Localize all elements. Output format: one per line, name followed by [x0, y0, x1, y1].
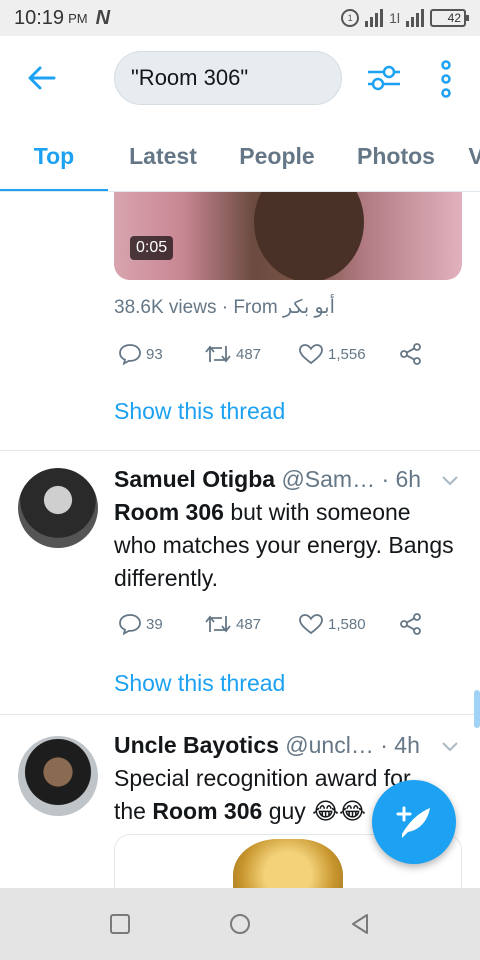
tweet-text: Room 306 but with someone who matches yo… [114, 496, 454, 595]
tweet-time: · 6h [381, 466, 422, 492]
tab-latest[interactable]: Latest [108, 120, 218, 191]
reply-icon [119, 344, 141, 366]
chevron-down-icon[interactable] [440, 474, 460, 488]
tweet-body-pre: the [114, 798, 153, 824]
avatar[interactable] [18, 736, 98, 816]
tweet-divider [0, 714, 480, 715]
tweet-header: Uncle Bayotics @uncl… · 4h [114, 732, 420, 759]
like-count: 1,556 [328, 345, 366, 363]
tweet-time: · 4h [380, 732, 420, 758]
retweet-button[interactable]: 487 [204, 342, 298, 366]
status-ampm: PM [68, 10, 88, 26]
network-type: 1l [389, 10, 400, 26]
reply-button[interactable]: 39 [118, 612, 204, 636]
retweet-icon [205, 345, 231, 363]
retweet-icon [205, 615, 231, 633]
nav-square-icon[interactable] [108, 912, 132, 936]
avatar[interactable] [18, 468, 98, 548]
chevron-down-icon[interactable] [440, 740, 460, 754]
author-handle: @Sam… [281, 466, 376, 492]
tab-videos[interactable]: V [456, 120, 480, 191]
like-button[interactable]: 1,580 [298, 612, 398, 636]
compose-icon [396, 806, 430, 838]
compose-button[interactable] [372, 780, 456, 864]
more-vertical-icon[interactable] [436, 60, 456, 98]
video-duration: 0:05 [130, 236, 174, 260]
query-highlight: Room 306 [114, 499, 224, 525]
system-nav-bar [0, 888, 480, 960]
reply-count: 93 [146, 345, 163, 363]
nav-circle-icon[interactable] [228, 912, 252, 936]
search-tabs: Top Latest People Photos V [0, 120, 480, 192]
battery-icon: 42 [430, 9, 469, 27]
share-icon[interactable] [398, 612, 424, 636]
tweet-divider [0, 450, 480, 451]
carrier-logo: N [95, 6, 111, 29]
status-time: 10:19 [14, 6, 65, 29]
view-count: 38.6K views · From أبو بكر [114, 297, 335, 318]
tab-people[interactable]: People [218, 120, 336, 191]
reply-count: 39 [146, 615, 163, 633]
search-input[interactable]: "Room 306" [114, 51, 342, 105]
like-button[interactable]: 1,556 [298, 342, 398, 366]
like-icon [299, 614, 323, 635]
filter-icon[interactable] [366, 62, 402, 94]
tab-top[interactable]: Top [0, 120, 108, 191]
retweet-count: 487 [236, 345, 262, 363]
nav-triangle-icon[interactable] [348, 912, 372, 936]
share-icon[interactable] [398, 342, 424, 366]
search-header: "Room 306" [0, 36, 480, 120]
show-thread-link[interactable]: Show this thread [114, 670, 285, 697]
trophy-image [233, 839, 343, 888]
tweet-header: Samuel Otigba @Sam… · 6h [114, 466, 421, 493]
show-thread-link[interactable]: Show this thread [114, 398, 285, 425]
status-bar: 10:19 PM N 1 1l 42 [0, 0, 480, 36]
signal-icon [365, 9, 384, 27]
back-arrow-icon[interactable] [26, 62, 58, 94]
video-frame [254, 192, 364, 280]
query-highlight: Room 306 [152, 798, 263, 824]
reply-button[interactable]: 93 [118, 342, 204, 366]
retweet-count: 487 [236, 615, 262, 633]
reply-icon [119, 614, 141, 636]
like-count: 1,580 [328, 615, 366, 633]
signal-icon-2 [406, 9, 424, 27]
author-name[interactable]: Uncle Bayotics [114, 732, 279, 758]
tab-photos[interactable]: Photos [336, 120, 456, 191]
tweet-body-post: guy 😂😂 [262, 798, 366, 824]
status-icons: 1 1l 42 [341, 9, 469, 27]
author-handle: @uncl… [285, 732, 374, 758]
tweet-actions: 93 487 1,556 [118, 342, 424, 366]
call-badge-icon: 1 [341, 9, 360, 27]
video-thumbnail[interactable]: 0:05 [114, 192, 462, 280]
scrollbar[interactable] [474, 690, 480, 728]
tweet-actions: 39 487 1,580 [118, 612, 424, 636]
retweet-button[interactable]: 487 [204, 612, 298, 636]
like-icon [299, 344, 323, 365]
author-name[interactable]: Samuel Otigba [114, 466, 275, 492]
